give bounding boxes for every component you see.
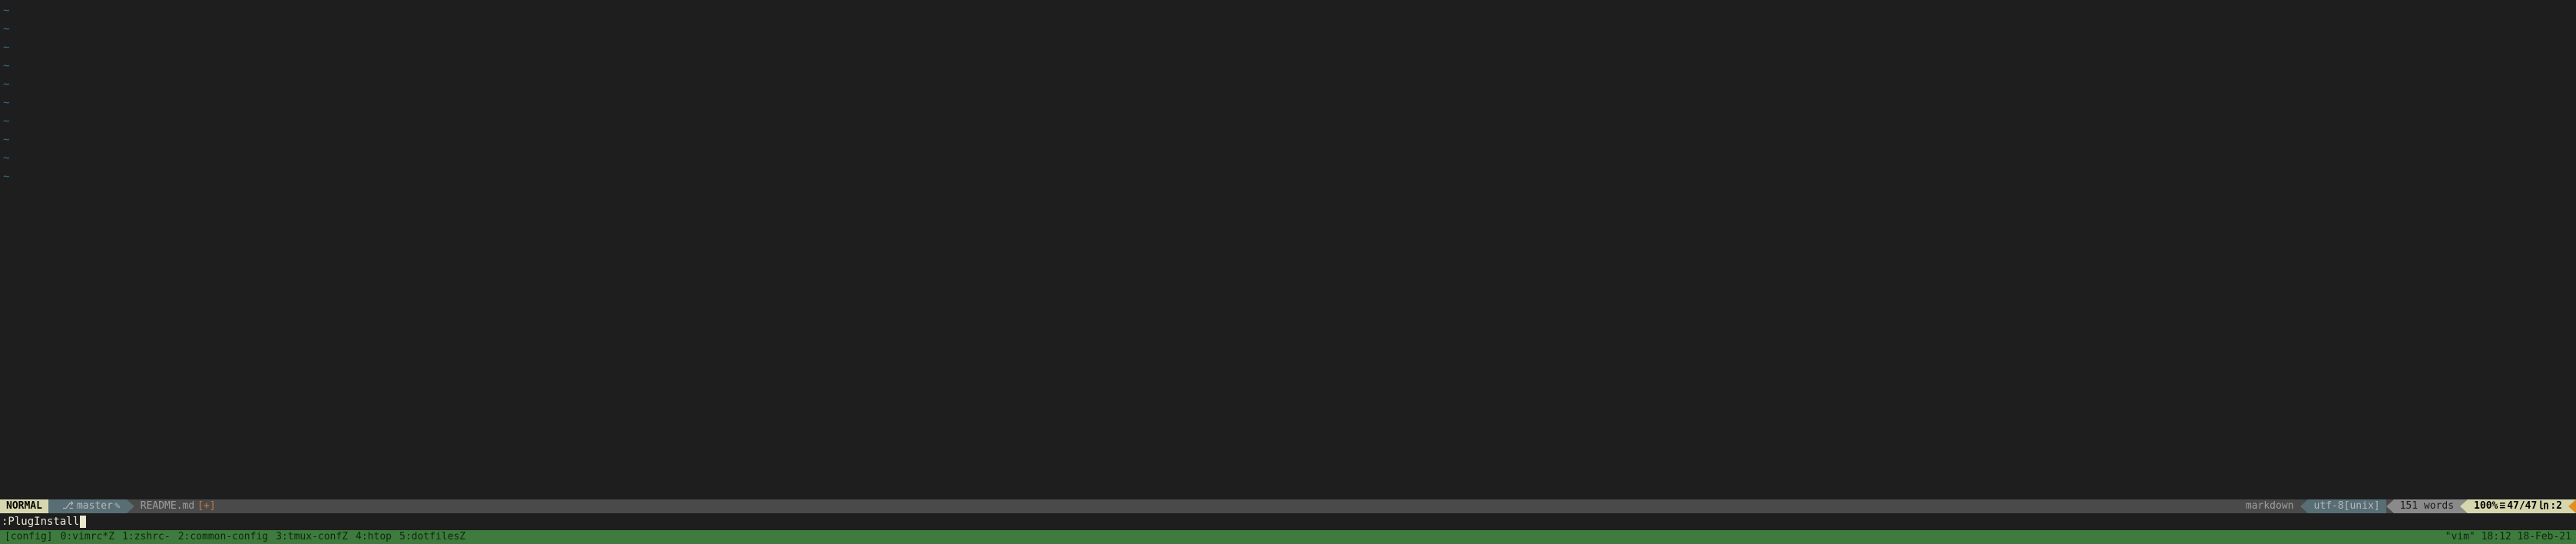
- tmux-window[interactable]: 5:dotfilesZ: [396, 530, 469, 544]
- wordcount-label: 151 words: [2400, 499, 2454, 513]
- file-name: README.md: [141, 499, 194, 513]
- tmux-right-status: "vim" 18:12 18-Feb-21: [2442, 530, 2574, 544]
- encoding-segment: utf-8[unix]: [2308, 499, 2386, 513]
- statusline-filler: [222, 499, 2240, 513]
- encoding-label: utf-8[unix]: [2314, 499, 2380, 513]
- editor-buffer[interactable]: ~ ~ ~ ~ ~ ~ ~ ~ ~ ~: [0, 0, 2576, 499]
- tmux-session[interactable]: [config]: [2, 530, 56, 544]
- tmux-window[interactable]: 0:vimrc*Z: [58, 530, 118, 544]
- branch-name: master: [77, 499, 113, 513]
- dirty-icon: ✎: [114, 499, 121, 513]
- empty-line-tilde: ~: [3, 112, 2573, 131]
- empty-line-tilde: ~: [3, 38, 2573, 57]
- empty-line-tilde: ~: [3, 20, 2573, 38]
- separator-icon: [2460, 499, 2468, 513]
- filetype-label: markdown: [2246, 499, 2294, 513]
- separator-icon: [48, 499, 56, 513]
- position-segment: 100% ≡ 47/47 ㏑ :2: [2468, 499, 2568, 513]
- wordcount-segment: 151 words: [2394, 499, 2460, 513]
- mode-label: NORMAL: [6, 499, 42, 513]
- tmux-window[interactable]: 3:tmux-confZ: [273, 530, 351, 544]
- line-icon: ≡: [2498, 499, 2507, 513]
- branch-segment: ⎇ master ✎: [56, 499, 127, 513]
- empty-line-tilde: ~: [3, 57, 2573, 75]
- command-line[interactable]: :PlugInstall: [0, 513, 2576, 530]
- empty-line-tilde: ~: [3, 2, 2573, 20]
- line-count: 47/47: [2507, 499, 2537, 513]
- empty-line-tilde: ~: [3, 131, 2573, 149]
- empty-line-tilde: ~: [3, 168, 2573, 186]
- branch-icon: ⎇: [62, 499, 74, 513]
- col-number: :2: [2550, 499, 2562, 513]
- empty-line-tilde: ~: [3, 149, 2573, 168]
- separator-icon: [2386, 499, 2394, 513]
- file-segment: README.md [+]: [134, 499, 222, 513]
- percent-label: 100%: [2474, 499, 2498, 513]
- tmux-window[interactable]: 1:zshrc-: [119, 530, 174, 544]
- modified-indicator: [+]: [197, 499, 215, 513]
- cursor-icon: [80, 516, 86, 528]
- separator-icon: [2300, 499, 2308, 513]
- col-icon: ㏑: [2537, 499, 2550, 513]
- empty-line-tilde: ~: [3, 75, 2573, 94]
- vim-statusline: NORMAL ⎇ master ✎ README.md [+] markdown…: [0, 499, 2576, 513]
- tmux-statusbar: [config] 0:vimrc*Z 1:zshrc- 2:common-con…: [0, 530, 2576, 544]
- command-text: :PlugInstall: [2, 513, 79, 530]
- tmux-window[interactable]: 4:htop: [353, 530, 395, 544]
- mode-segment: NORMAL: [0, 499, 48, 513]
- separator-icon: [2568, 499, 2576, 513]
- tmux-window[interactable]: 2:common-config: [175, 530, 271, 544]
- empty-line-tilde: ~: [3, 94, 2573, 112]
- separator-icon: [127, 499, 134, 513]
- filetype-segment: markdown: [2240, 499, 2300, 513]
